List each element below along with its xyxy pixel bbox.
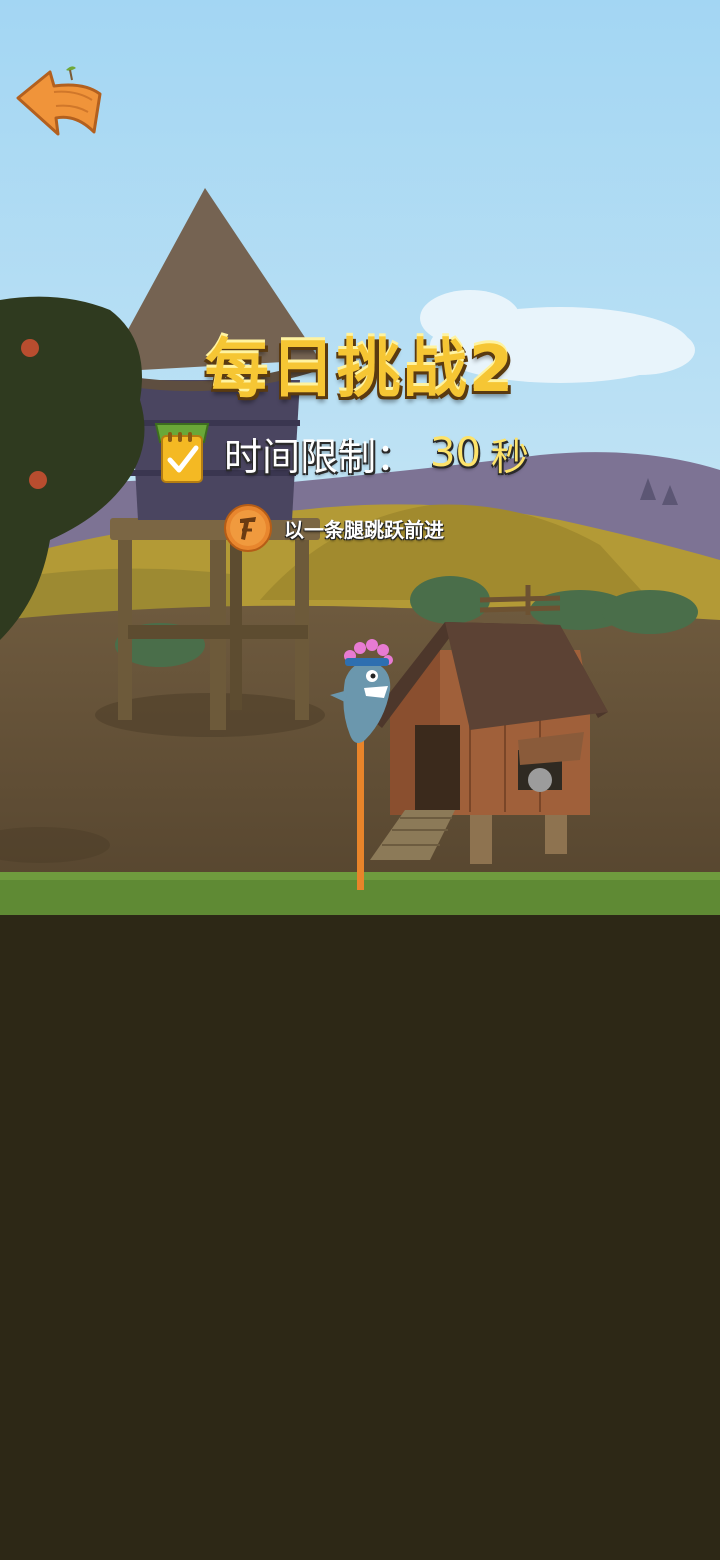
time-limit-unit: 秒 [490, 434, 529, 479]
time-limit-row: 时间限制： 30 秒 [154, 418, 529, 488]
game-screen: 每日挑战2 时间限制： 30 秒 以一条腿跳跃前进 [0, 0, 720, 1560]
back-arrow-wood-icon [16, 66, 102, 136]
hint-text: 以一条腿跳跃前进 [284, 517, 444, 542]
ground-underlay [0, 915, 720, 1560]
calendar-check-icon [154, 423, 210, 483]
time-limit-value: 30 [430, 430, 481, 476]
hint-row: 以一条腿跳跃前进 [222, 502, 444, 554]
back-button[interactable] [14, 62, 106, 142]
challenge-title: 每日挑战2 [204, 333, 516, 407]
one-leg-badge-icon [224, 504, 272, 552]
time-limit-label: 时间限制： [224, 434, 415, 479]
